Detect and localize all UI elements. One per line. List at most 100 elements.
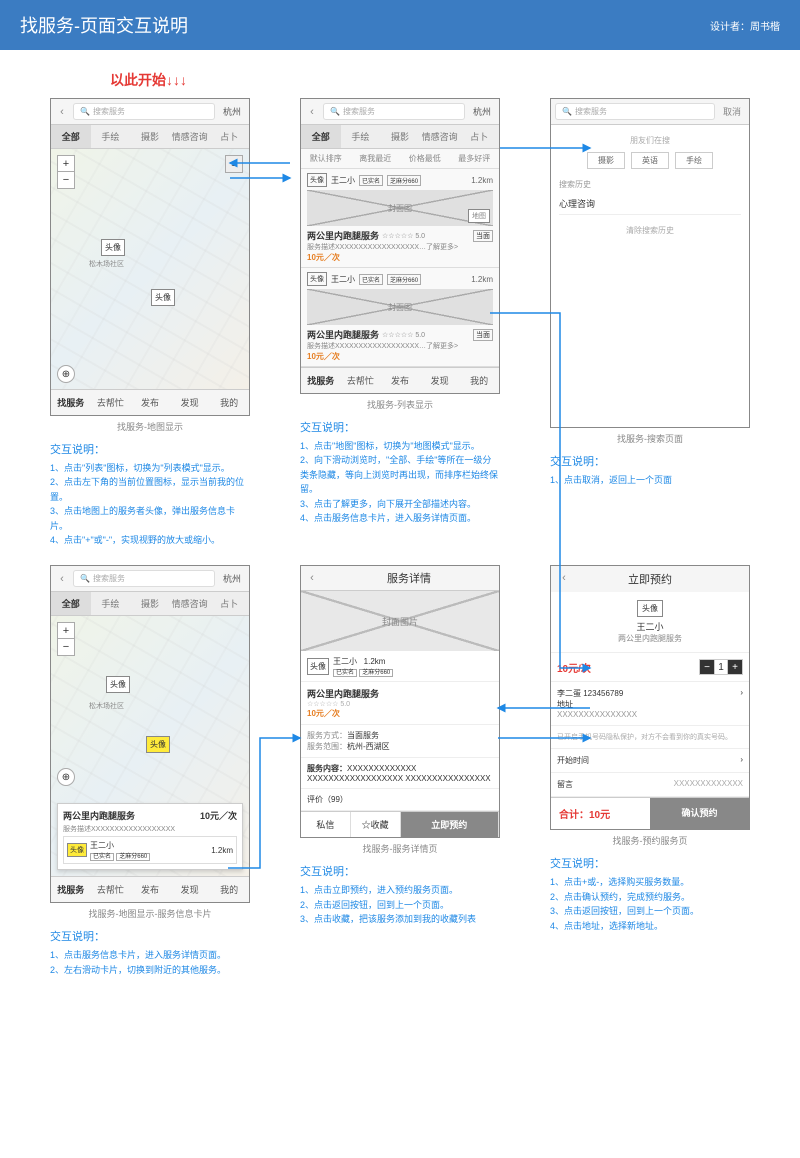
distance-label: 1.2km xyxy=(211,846,233,855)
back-icon[interactable]: ‹ xyxy=(55,105,69,119)
card-desc: 服务描述XXXXXXXXXXXXXXXXXX xyxy=(63,824,237,834)
realname-badge: 已实名 xyxy=(359,175,383,186)
tab-emotion[interactable]: 情感咨询 xyxy=(420,125,460,148)
tab-all[interactable]: 全部 xyxy=(51,592,91,615)
tab-emotion[interactable]: 情感咨询 xyxy=(170,592,210,615)
confirm-button[interactable]: 确认预约 xyxy=(650,798,749,829)
service-card[interactable]: 头像 王二小 已实名 芝麻分660 1.2km 封面图 两公里内跑腿服务☆☆☆☆… xyxy=(301,268,499,367)
chip[interactable]: 手绘 xyxy=(675,152,713,169)
back-icon[interactable]: ‹ xyxy=(557,571,571,585)
tab-all[interactable]: 全部 xyxy=(301,125,341,148)
nav-publish[interactable]: 发布 xyxy=(130,877,170,902)
start-hint: 以此开始↓↓↓ xyxy=(110,70,800,90)
nav-help[interactable]: 去帮忙 xyxy=(91,877,131,902)
tab-draw[interactable]: 手绘 xyxy=(341,125,381,148)
screen-detail: ‹ 服务详情 封面图片 头像 王二小 1.2km 已实名 芝麻分660 两公里内… xyxy=(300,565,500,838)
message-label: 留言 xyxy=(557,779,573,790)
city-picker[interactable]: 杭州 xyxy=(469,105,495,118)
nav-discover[interactable]: 发现 xyxy=(420,368,460,393)
explain-title: 交互说明： xyxy=(50,928,250,944)
tab-all[interactable]: 全部 xyxy=(51,125,91,148)
cover-image: 封面图 xyxy=(307,289,493,325)
qty-plus-button[interactable]: + xyxy=(728,660,742,674)
tab-divination[interactable]: 占卜 xyxy=(209,125,249,148)
user-section[interactable]: 头像 王二小 1.2km 已实名 芝麻分660 xyxy=(301,651,499,682)
message-row[interactable]: 留言XXXXXXXXXXXXX xyxy=(551,773,749,797)
city-picker[interactable]: 杭州 xyxy=(219,105,245,118)
tab-photo[interactable]: 摄影 xyxy=(130,592,170,615)
search-input[interactable]: 🔍 搜索服务 xyxy=(73,570,215,587)
map-view[interactable]: + − ≡ ⊕ 头像 头像 松木场社区 xyxy=(51,149,249,389)
explain-title: 交互说明： xyxy=(50,441,250,457)
category-tabs: 全部 手绘 摄影 情感咨询 占卜 xyxy=(51,125,249,149)
nav-publish[interactable]: 发布 xyxy=(380,368,420,393)
tab-photo[interactable]: 摄影 xyxy=(380,125,420,148)
locate-icon[interactable]: ⊕ xyxy=(57,365,75,383)
method-value: 当面服务 xyxy=(347,731,379,740)
nav-mine[interactable]: 我的 xyxy=(209,877,249,902)
sort-near[interactable]: 离我最近 xyxy=(351,149,401,168)
nav-find[interactable]: 找服务 xyxy=(51,390,91,415)
sort-price[interactable]: 价格最低 xyxy=(400,149,450,168)
sort-default[interactable]: 默认排序 xyxy=(301,149,351,168)
tab-draw[interactable]: 手绘 xyxy=(91,125,131,148)
zoom-out-button[interactable]: − xyxy=(58,172,74,188)
search-input[interactable]: 🔍 搜索服务 xyxy=(73,103,215,120)
search-input[interactable]: 🔍 搜索服务 xyxy=(323,103,465,120)
nav-help[interactable]: 去帮忙 xyxy=(341,368,381,393)
map-toggle-button[interactable]: 地图 xyxy=(468,209,490,223)
list-toggle-icon[interactable]: ≡ xyxy=(225,155,243,173)
cancel-button[interactable]: 取消 xyxy=(719,105,745,118)
nav-find[interactable]: 找服务 xyxy=(51,877,91,902)
zoom-in-button[interactable]: + xyxy=(58,156,74,172)
screen-search: 🔍 搜索服务 取消 朋友们在搜 摄影 英语 手绘 搜索历史 心理咨询 清除搜索历… xyxy=(550,98,750,428)
chip[interactable]: 英语 xyxy=(631,152,669,169)
clear-history-button[interactable]: 清除搜索历史 xyxy=(559,225,741,236)
history-item[interactable]: 心理咨询 xyxy=(559,193,741,215)
tab-emotion[interactable]: 情感咨询 xyxy=(170,125,210,148)
map-view[interactable]: +− ⊕ 头像 头像 松木场社区 两公里内跑腿服务10元／次 服务描述XXXXX… xyxy=(51,616,249,876)
tab-divination[interactable]: 占卜 xyxy=(459,125,499,148)
back-icon[interactable]: ‹ xyxy=(305,571,319,585)
city-picker[interactable]: 杭州 xyxy=(219,572,245,585)
screen-list: ‹ 🔍 搜索服务 杭州 全部 手绘 摄影 情感咨询 占卜 默认排序 离我最近 价… xyxy=(300,98,500,394)
service-card[interactable]: 头像 王二小 已实名 芝麻分660 1.2km 封面图地图 两公里内跑腿服务☆☆… xyxy=(301,169,499,268)
avatar-pin-selected[interactable]: 头像 xyxy=(146,736,170,753)
nav-discover[interactable]: 发现 xyxy=(170,390,210,415)
zoom-in-button[interactable]: + xyxy=(58,623,74,639)
nav-mine[interactable]: 我的 xyxy=(209,390,249,415)
user-name: 王二小 xyxy=(90,841,114,850)
locate-icon[interactable]: ⊕ xyxy=(57,768,75,786)
nav-publish[interactable]: 发布 xyxy=(130,390,170,415)
zoom-out-button[interactable]: − xyxy=(58,639,74,655)
service-info-card[interactable]: 两公里内跑腿服务10元／次 服务描述XXXXXXXXXXXXXXXXXX 头像 … xyxy=(57,803,243,870)
nav-discover[interactable]: 发现 xyxy=(170,877,210,902)
tab-photo[interactable]: 摄影 xyxy=(130,125,170,148)
avatar-pin[interactable]: 头像 xyxy=(151,289,175,306)
book-button[interactable]: 立即预约 xyxy=(401,812,500,837)
start-time-row[interactable]: 开始时间› xyxy=(551,749,749,773)
service-desc[interactable]: 服务描述XXXXXXXXXXXXXXXXXX…了解更多> xyxy=(307,341,493,351)
qty-minus-button[interactable]: − xyxy=(700,660,714,674)
nav-mine[interactable]: 我的 xyxy=(459,368,499,393)
sort-rating[interactable]: 最多好评 xyxy=(450,149,500,168)
tab-draw[interactable]: 手绘 xyxy=(91,592,131,615)
favorite-button[interactable]: ☆收藏 xyxy=(351,812,401,837)
zoom-control: + − xyxy=(57,155,75,189)
avatar-pin[interactable]: 头像 xyxy=(101,239,125,256)
rating: ☆☆☆☆☆ 5.0 xyxy=(382,232,425,240)
search-input[interactable]: 🔍 搜索服务 xyxy=(555,103,715,120)
tab-divination[interactable]: 占卜 xyxy=(209,592,249,615)
explain-title: 交互说明： xyxy=(550,855,750,871)
reviews-row[interactable]: 评价（99） xyxy=(301,789,499,811)
avatar-pin[interactable]: 头像 xyxy=(106,676,130,693)
nav-help[interactable]: 去帮忙 xyxy=(91,390,131,415)
nav-find[interactable]: 找服务 xyxy=(301,368,341,393)
service-desc[interactable]: 服务描述XXXXXXXXXXXXXXXXXX…了解更多> xyxy=(307,242,493,252)
chip[interactable]: 摄影 xyxy=(587,152,625,169)
address-row[interactable]: 李二蛋 123456789 地址 XXXXXXXXXXXXXXX › xyxy=(551,682,749,726)
back-icon[interactable]: ‹ xyxy=(305,105,319,119)
map-label: 松木场社区 xyxy=(89,701,124,711)
back-icon[interactable]: ‹ xyxy=(55,572,69,586)
pm-button[interactable]: 私信 xyxy=(301,812,351,837)
